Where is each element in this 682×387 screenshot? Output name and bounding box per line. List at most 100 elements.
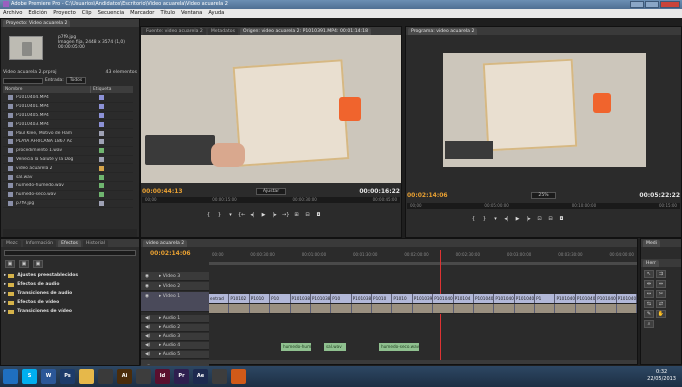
minimize-button[interactable] <box>630 1 644 8</box>
pen-tool-icon[interactable]: ✎ <box>644 310 654 318</box>
video-track-header[interactable]: ◉ ▸ Vídeo 3 <box>141 272 209 281</box>
program-ruler[interactable]: 00;00 00:05:00:00 00:10:00:00 00:15:00 <box>407 203 680 209</box>
expand-triangle-icon[interactable]: ▸ <box>4 291 6 296</box>
audio-clip[interactable]: humedo-hum <box>281 343 311 351</box>
menu-archivo[interactable]: Archivo <box>3 9 22 18</box>
go-to-out-icon[interactable]: →} <box>282 212 289 218</box>
list-item[interactable]: P1010405.MP4 <box>3 112 133 121</box>
video-clip[interactable]: P1010401 <box>433 294 454 303</box>
menu-titulo[interactable]: Título <box>160 9 175 18</box>
list-item[interactable]: humedo-humedo.wav <box>3 182 133 191</box>
tab-project[interactable]: Proyecto: Video acuarela 2 <box>3 19 71 27</box>
timeline-scrollbar[interactable] <box>141 360 637 364</box>
source-ruler[interactable]: 00;00 00:00:15:00 00:00:30:00 00:00:45:0… <box>142 197 400 203</box>
video-clip[interactable]: P1010401 <box>514 294 536 303</box>
tab-media[interactable]: Medi <box>643 239 660 247</box>
slip-tool-icon[interactable]: ⇆ <box>644 300 654 308</box>
list-item[interactable]: P1010404.MP4 <box>3 94 133 103</box>
word-icon[interactable]: W <box>41 369 56 384</box>
tab-origin[interactable]: Origen: video acuarela 2: P1010391.MP4: … <box>240 27 371 35</box>
video-clip[interactable]: P1010403 <box>596 294 617 303</box>
video-clip[interactable]: P1010402 <box>555 294 576 303</box>
video-clip[interactable]: P1 <box>535 294 556 303</box>
speaker-icon[interactable]: ◀) <box>145 315 150 323</box>
tab-mixer[interactable]: Mezc <box>3 239 21 247</box>
close-button[interactable] <box>660 1 680 8</box>
list-item[interactable]: PLAYA AFRICANA 1867 Ac <box>3 138 133 147</box>
source-timecode-in[interactable]: 00:00:44:13 <box>142 188 183 195</box>
maximize-button[interactable] <box>645 1 659 8</box>
windows-start-icon[interactable] <box>3 369 18 384</box>
hand-tool-icon[interactable]: ✋ <box>656 310 666 318</box>
mark-in-icon[interactable]: { <box>205 212 212 218</box>
step-forward-icon[interactable]: |▸ <box>525 216 532 222</box>
video-track-header[interactable]: ◉ ▸ Vídeo 1 <box>141 292 209 312</box>
eye-icon[interactable]: ◉ <box>145 282 149 291</box>
explorer-icon[interactable] <box>79 369 94 384</box>
speaker-icon[interactable]: ◀) <box>145 333 150 341</box>
video-clip[interactable]: P1010391 <box>412 294 434 303</box>
work-area-bar[interactable] <box>209 262 637 265</box>
eye-icon[interactable]: ◉ <box>145 292 149 301</box>
eye-icon[interactable]: ◉ <box>145 272 149 281</box>
program-timecode-in[interactable]: 00:02:14:06 <box>407 192 448 199</box>
menu-edicion[interactable]: Edición <box>28 9 47 18</box>
tab-info[interactable]: Información <box>22 239 57 247</box>
menu-marcador[interactable]: Marcador <box>130 9 154 18</box>
mark-out-icon[interactable]: } <box>481 216 488 222</box>
video-clip[interactable]: P10 <box>331 294 352 303</box>
illustrator-icon[interactable]: Ai <box>117 369 132 384</box>
menu-ventana[interactable]: Ventana <box>181 9 202 18</box>
ripple-edit-tool-icon[interactable]: ⇹ <box>644 280 654 288</box>
track-select-tool-icon[interactable]: ⇉ <box>656 270 666 278</box>
search-input[interactable] <box>3 77 43 84</box>
extract-icon[interactable]: ⊟ <box>547 216 554 222</box>
audio-track-header[interactable]: ◀) ▸ Audio 4 <box>141 342 209 350</box>
speaker-icon[interactable]: ◀) <box>145 324 150 332</box>
audio-track-header[interactable]: ◀) ▸ Audio 3 <box>141 333 209 341</box>
effects-folder[interactable]: ▸ Efectos de audio <box>1 280 139 289</box>
camera-icon[interactable]: ◘ <box>558 216 565 222</box>
effects-search-input[interactable] <box>4 250 136 256</box>
video-track-header[interactable]: ◉ ▸ Vídeo 2 <box>141 282 209 291</box>
list-item[interactable]: Paul Klee, Motivo de Ham <box>3 129 133 138</box>
video-clip[interactable]: P1010 <box>372 294 393 303</box>
list-item[interactable]: sal.wav <box>3 173 133 182</box>
mark-in-icon[interactable]: { <box>470 216 477 222</box>
system-clock[interactable]: 0:32 22/05/2013 <box>647 369 676 383</box>
video-clip[interactable]: P1010 <box>392 294 413 303</box>
audio-track-header[interactable]: ◀) ▸ Audio 2 <box>141 324 209 332</box>
expand-triangle-icon[interactable]: ▸ <box>4 282 6 287</box>
audio-track-header[interactable]: ◀) ▸ Audio 5 <box>141 351 209 359</box>
step-back-icon[interactable]: ◂| <box>503 216 510 222</box>
audio-clip[interactable]: sal.wav <box>324 343 346 351</box>
overwrite-icon[interactable]: ⊟ <box>304 212 311 218</box>
tab-tools[interactable]: Herr <box>643 259 659 267</box>
step-back-icon[interactable]: ◂| <box>249 212 256 218</box>
slide-tool-icon[interactable]: ⇄ <box>656 300 666 308</box>
expand-triangle-icon[interactable]: ▸ <box>4 273 6 278</box>
list-item[interactable]: procedimiento 1.wav <box>3 147 133 156</box>
video-clip[interactable]: P1010 <box>249 294 271 303</box>
tab-effects[interactable]: Efectos <box>58 239 81 247</box>
tab-history[interactable]: Historial <box>82 239 108 247</box>
audio-track-header[interactable]: ◀) ▸ Audio 1 <box>141 315 209 323</box>
marker-icon[interactable]: ▾ <box>492 216 499 222</box>
after-effects-icon[interactable]: Ae <box>193 369 208 384</box>
menu-ayuda[interactable]: Ayuda <box>208 9 224 18</box>
camera-icon[interactable]: ◘ <box>315 212 322 218</box>
effects-folder[interactable]: ▸ Ajustes preestablecidos <box>1 271 139 280</box>
col-name[interactable]: Nombre <box>3 86 91 93</box>
menu-proyecto[interactable]: Proyecto <box>53 9 76 18</box>
zoom-tool-icon[interactable]: ⌕ <box>644 320 654 328</box>
video-clip[interactable]: P1010402 <box>575 294 597 303</box>
menu-secuencia[interactable]: Secuencia <box>98 9 125 18</box>
video-clip[interactable]: P1010401 <box>473 294 495 303</box>
premiere-icon[interactable]: Pr <box>174 369 189 384</box>
effects-folder[interactable]: ▸ Transiciones de audio <box>1 289 139 298</box>
video-clip[interactable]: P1010401 <box>494 294 515 303</box>
yuv-effects-icon[interactable]: ▣ <box>33 260 43 268</box>
timeline-timecode[interactable]: 00:02:14:06 <box>150 250 191 257</box>
effects-folder[interactable]: ▸ Transiciones de vídeo <box>1 307 139 316</box>
speaker-icon[interactable]: ◀) <box>145 342 150 350</box>
